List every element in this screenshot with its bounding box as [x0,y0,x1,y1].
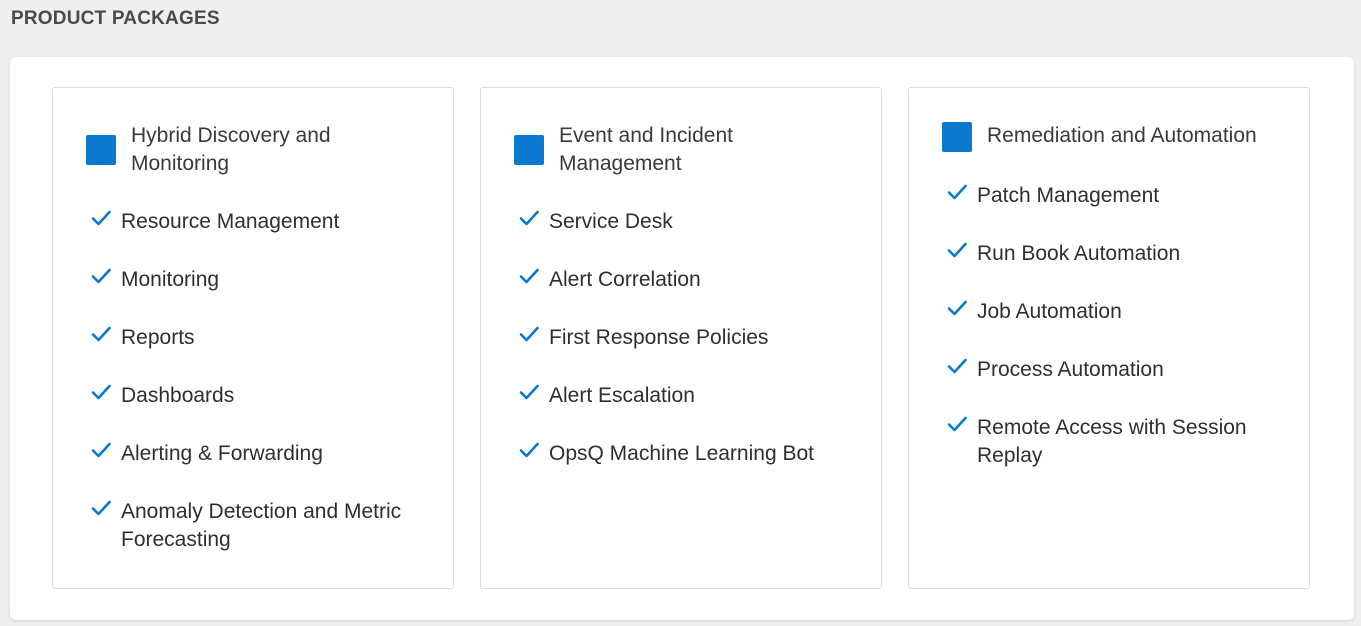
feature-label: OpsQ Machine Learning Bot [549,442,814,465]
feature-label: Dashboards [121,384,235,407]
package-square-icon [942,122,972,152]
feature-item: Reports [90,324,433,352]
feature-item: Alert Correlation [518,266,861,294]
check-icon [946,297,968,319]
feature-item: OpsQ Machine Learning Bot [518,440,861,468]
feature-item: First Response Policies [518,324,861,352]
feature-item: Resource Management [90,208,433,236]
feature-item: Patch Management [946,182,1289,210]
package-card-hybrid-discovery: Hybrid Discovery and Monitoring Resource… [52,87,454,589]
feature-label: Process Automation [977,358,1164,381]
check-icon [946,181,968,203]
package-title: Hybrid Discovery and Monitoring [131,124,331,175]
check-icon [518,207,540,229]
check-icon [90,381,112,403]
feature-label: Reports [121,326,195,349]
feature-item: Service Desk [518,208,861,236]
package-square-icon [514,135,544,165]
feature-label: Resource Management [121,210,340,233]
feature-item: Monitoring [90,266,433,294]
feature-list: Patch Management Run Book Automation Job A… [946,182,1289,500]
section-title: PRODUCT PACKAGES [11,8,220,29]
feature-item: Anomaly Detection and Metric Forecasting [90,498,433,554]
feature-item: Process Automation [946,356,1289,384]
feature-label: Alert Correlation [549,268,701,291]
feature-item: Dashboards [90,382,433,410]
feature-item: Alerting & Forwarding [90,440,433,468]
package-header: Hybrid Discovery and Monitoring [86,122,433,178]
package-card-event-incident: Event and Incident Management Service De… [480,87,882,589]
check-icon [946,355,968,377]
check-icon [518,265,540,287]
package-card-remediation-automation: Remediation and Automation Patch Managem… [908,87,1310,589]
check-icon [518,323,540,345]
check-icon [518,439,540,461]
package-square-icon [86,135,116,165]
feature-list: Service Desk Alert Correlation First Respo… [518,208,861,498]
check-icon [90,265,112,287]
feature-label: Run Book Automation [977,242,1181,265]
feature-label: Alerting & Forwarding [121,442,323,465]
package-header: Remediation and Automation [942,122,1289,152]
feature-item: Alert Escalation [518,382,861,410]
product-packages-panel: Hybrid Discovery and Monitoring Resource… [10,57,1354,620]
check-icon [90,207,112,229]
check-icon [946,413,968,435]
feature-list: Resource Management Monitoring Reports Dash… [90,208,433,584]
package-header: Event and Incident Management [514,122,861,178]
feature-label: Anomaly Detection and Metric Forecasting [121,500,402,551]
feature-label: Service Desk [549,210,673,233]
feature-item: Run Book Automation [946,240,1289,268]
feature-label: Alert Escalation [549,384,695,407]
check-icon [518,381,540,403]
check-icon [90,497,112,519]
feature-label: Remote Access with Session Replay [977,416,1247,467]
check-icon [90,439,112,461]
package-title: Remediation and Automation [987,124,1257,147]
feature-item: Remote Access with Session Replay [946,414,1289,470]
feature-label: Monitoring [121,268,220,291]
check-icon [946,239,968,261]
feature-label: First Response Policies [549,326,769,349]
feature-label: Job Automation [977,300,1122,323]
feature-item: Job Automation [946,298,1289,326]
check-icon [90,323,112,345]
feature-label: Patch Management [977,184,1160,207]
package-title: Event and Incident Management [559,124,733,175]
